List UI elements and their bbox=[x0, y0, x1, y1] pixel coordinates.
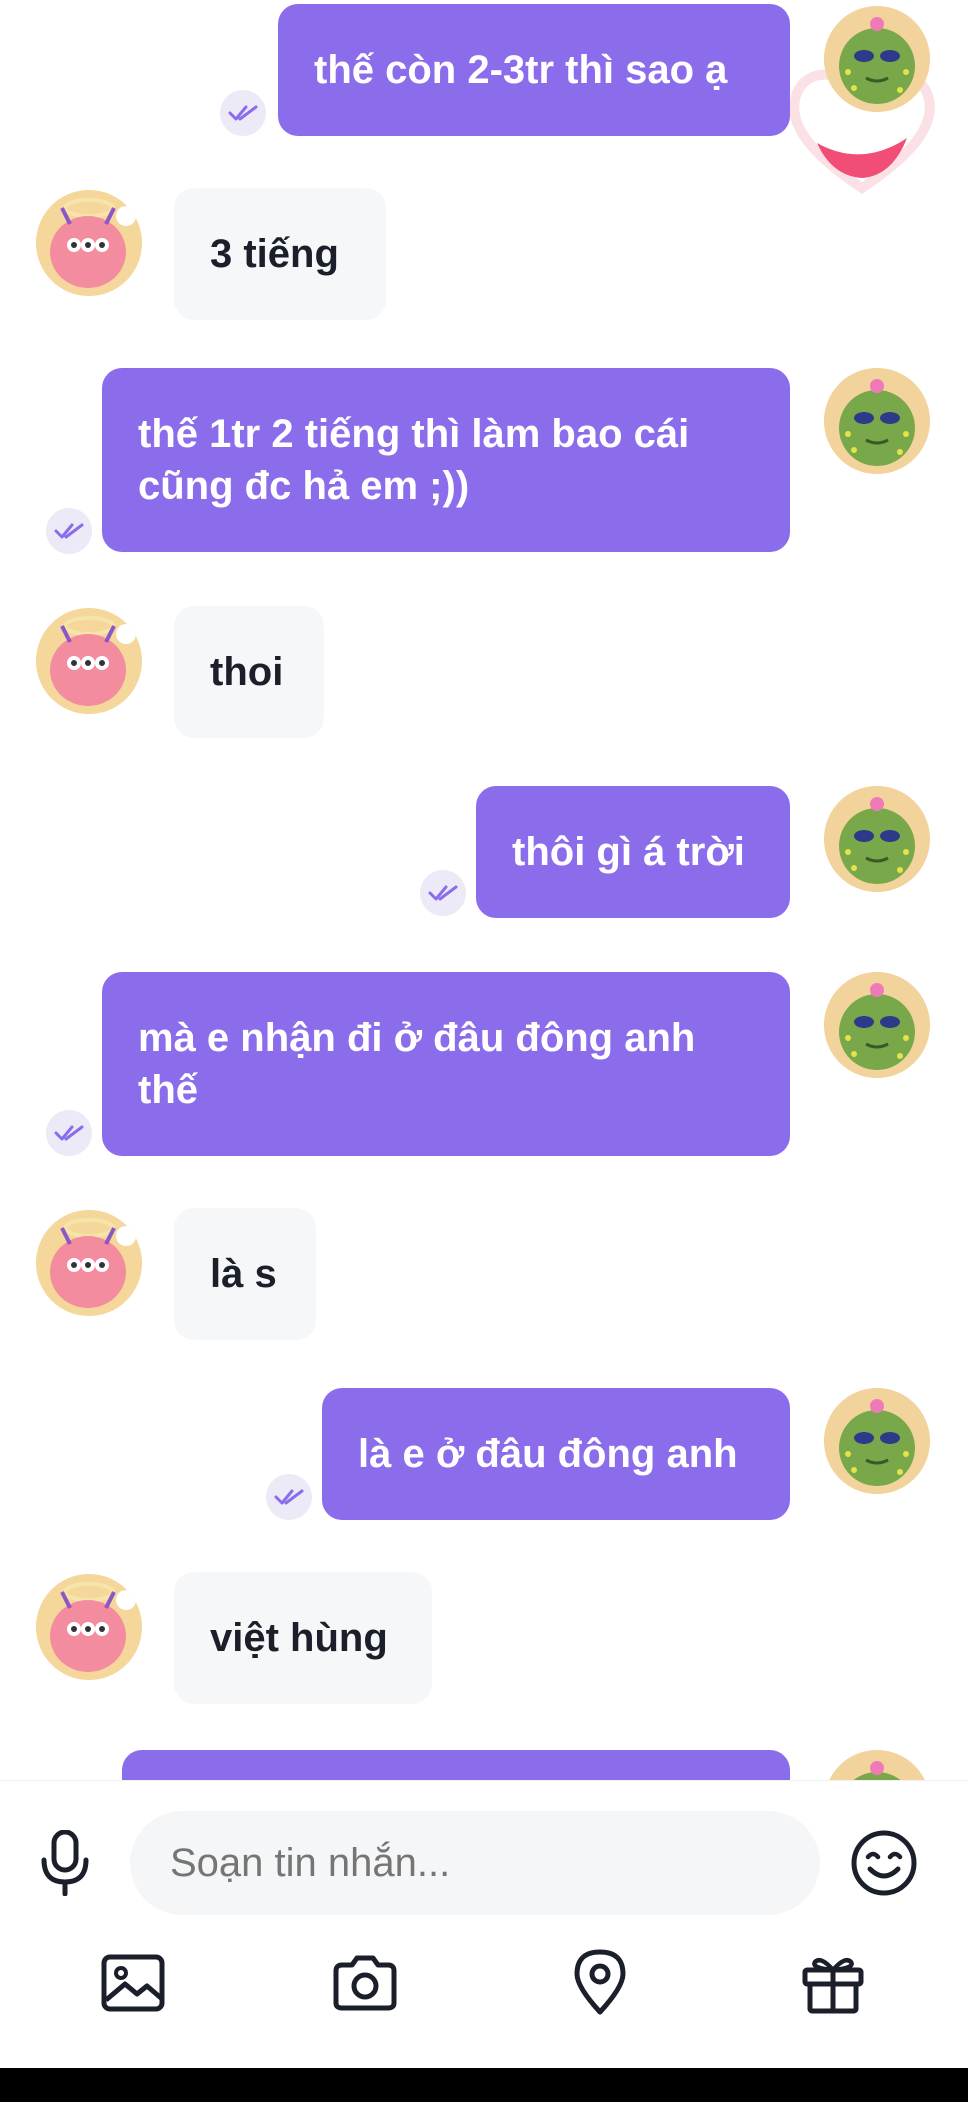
read-receipt-icon bbox=[420, 870, 466, 916]
message-line: thế bbox=[138, 1068, 198, 1112]
my-avatar[interactable] bbox=[824, 1750, 930, 1780]
message-bubble-outgoing[interactable]: thế 1tr 2 tiếng thì làm bao cái cũng đc … bbox=[102, 368, 790, 552]
message-bubble-outgoing[interactable] bbox=[122, 1750, 790, 1780]
gift-icon[interactable] bbox=[796, 1949, 870, 2017]
message-bubble-outgoing[interactable]: thế còn 2-3tr thì sao ạ bbox=[278, 4, 790, 136]
system-navigation-bar bbox=[0, 2068, 968, 2102]
microphone-icon[interactable] bbox=[30, 1825, 100, 1901]
my-avatar[interactable] bbox=[824, 368, 930, 474]
contact-avatar[interactable] bbox=[36, 608, 142, 714]
contact-avatar[interactable] bbox=[36, 1210, 142, 1316]
message-line: mà e nhận đi ở đâu đông anh bbox=[138, 1016, 696, 1060]
read-receipt-icon bbox=[266, 1474, 312, 1520]
message-bubble-outgoing[interactable]: mà e nhận đi ở đâu đông anh thế bbox=[102, 972, 790, 1156]
location-icon[interactable] bbox=[564, 1945, 636, 2019]
emoji-icon[interactable] bbox=[846, 1825, 922, 1901]
message-input[interactable] bbox=[130, 1811, 820, 1915]
read-receipt-icon bbox=[46, 508, 92, 554]
message-bubble-incoming[interactable]: thoi bbox=[174, 606, 324, 738]
message-bubble-outgoing[interactable]: là e ở đâu đông anh bbox=[322, 1388, 790, 1520]
contact-avatar[interactable] bbox=[36, 1574, 142, 1680]
message-bubble-incoming[interactable]: việt hùng bbox=[174, 1572, 432, 1704]
message-bubble-outgoing[interactable]: thôi gì á trời bbox=[476, 786, 790, 918]
message-line: cũng đc hả em ;)) bbox=[138, 464, 470, 508]
message-bubble-incoming[interactable]: 3 tiếng bbox=[174, 188, 386, 320]
my-avatar[interactable] bbox=[824, 786, 930, 892]
message-line: thế 1tr 2 tiếng thì làm bao cái bbox=[138, 412, 690, 456]
message-composer bbox=[0, 1780, 968, 2023]
read-receipt-icon bbox=[46, 1110, 92, 1156]
message-bubble-incoming[interactable]: là s bbox=[174, 1208, 316, 1340]
camera-icon[interactable] bbox=[328, 1951, 402, 2015]
chat-area[interactable]: thế còn 2-3tr thì sao ạ 3 tiếng thế 1tr … bbox=[0, 0, 968, 1780]
contact-avatar[interactable] bbox=[36, 190, 142, 296]
my-avatar[interactable] bbox=[824, 972, 930, 1078]
read-receipt-icon bbox=[220, 90, 266, 136]
my-avatar[interactable] bbox=[824, 6, 930, 112]
my-avatar[interactable] bbox=[824, 1388, 930, 1494]
image-icon[interactable] bbox=[96, 1951, 170, 2015]
